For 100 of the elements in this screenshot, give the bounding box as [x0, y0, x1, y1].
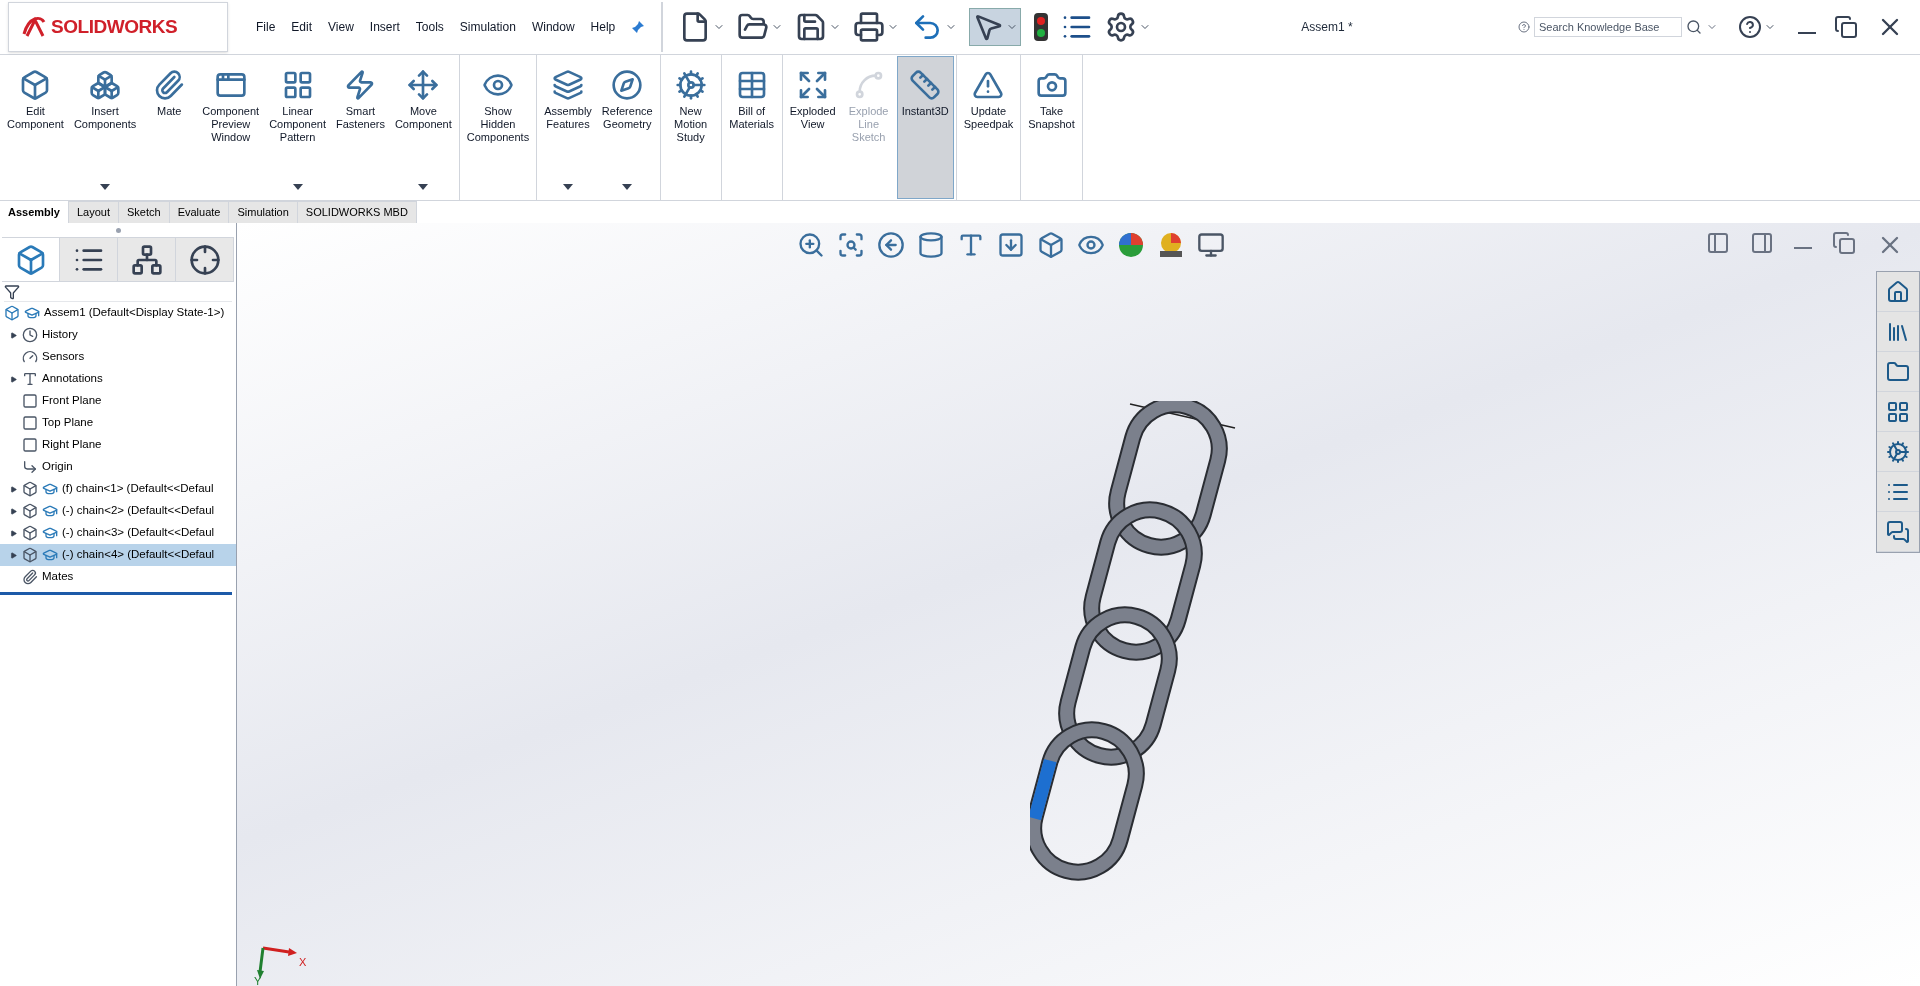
panel-tab[interactable] [60, 238, 118, 281]
button-label-line: Component [202, 105, 260, 118]
compass-icon [611, 69, 644, 101]
button-label-line: View [800, 118, 825, 131]
ribbon-button[interactable]: Instant3D [896, 56, 954, 199]
menu-item[interactable]: File [256, 18, 276, 36]
button-label-line: Assembly [544, 105, 592, 118]
appearance-ball-icon[interactable] [1117, 231, 1145, 259]
configuration-icon [130, 243, 163, 276]
ribbon-button[interactable]: Move Component [389, 56, 457, 199]
ribbon-button[interactable]: Show Hidden Components [461, 56, 535, 199]
ribbon-button[interactable]: Insert Components [68, 56, 142, 199]
tree-item[interactable]: (-) chain<4> (Default<<Defaul [0, 544, 236, 566]
expand-arrow-icon[interactable] [9, 529, 17, 537]
dropdown-caret-icon[interactable] [292, 184, 303, 190]
dropdown-caret-icon[interactable] [563, 184, 573, 190]
letter-icon [22, 371, 38, 387]
folder-icon [1886, 359, 1910, 384]
window-title: Assem1 * [1301, 19, 1353, 36]
tree-item[interactable]: Origin [0, 456, 236, 478]
menu-item[interactable]: Insert [369, 18, 400, 36]
section-view-icon [917, 231, 945, 259]
menu-item[interactable]: Window [531, 18, 575, 36]
restore-icon [1832, 231, 1856, 255]
plane-icon [22, 393, 38, 409]
dropdown-caret-icon[interactable] [418, 184, 429, 190]
tree-root[interactable]: Assem1 (Default<Display State-1>) [44, 304, 225, 322]
ribbon-button[interactable]: New Motion Study [662, 56, 719, 199]
button-label-line: Components [466, 131, 530, 144]
layers-icon [552, 69, 584, 101]
button-label-line: Motion [674, 118, 708, 131]
button-label-line: Reference [601, 105, 653, 118]
tree-item[interactable]: Front Plane [0, 390, 236, 412]
scene-ball-icon[interactable] [1157, 231, 1185, 259]
view-orientation-icon [997, 231, 1025, 259]
ribbon-button[interactable]: Bill of Materials [723, 56, 780, 199]
splitter-handle-icon[interactable] [115, 227, 121, 233]
search-field[interactable]: Search Knowledge Base [1534, 17, 1682, 37]
ribbon-button[interactable]: Take Snapshot [1023, 56, 1080, 199]
menu-item[interactable]: View [328, 18, 354, 36]
ribbon-button[interactable]: Smart Fasteners [331, 56, 390, 199]
button-label-line: Explode [848, 105, 889, 118]
ribbon-button[interactable]: Edit Component [2, 56, 69, 199]
expand-arrow-icon[interactable] [9, 331, 17, 339]
ribbon-button[interactable]: Assembly Features [539, 56, 597, 199]
button-label-line: Component [269, 118, 326, 131]
zoom-area-icon [837, 231, 865, 259]
expand-arrow-icon[interactable] [9, 551, 17, 559]
paperclip-icon [153, 69, 186, 101]
menu-item[interactable]: Help [590, 18, 616, 36]
search-icon [1686, 19, 1702, 35]
warning-icon [972, 69, 1005, 101]
axis-label: Y [254, 973, 262, 986]
dropdown-caret-icon[interactable] [622, 184, 633, 190]
menu-item[interactable]: Simulation [459, 18, 516, 36]
tree-item[interactable]: Sensors [0, 346, 236, 368]
menu-item[interactable]: Tools [415, 18, 444, 36]
command-tab[interactable]: Simulation [229, 201, 298, 223]
ribbon-button[interactable]: Exploded View [784, 56, 841, 199]
dropdown-caret-icon[interactable] [100, 184, 111, 190]
panel-tab[interactable] [176, 238, 234, 281]
gauge-icon [22, 349, 38, 365]
axis-label: X [299, 954, 307, 970]
ribbon-button[interactable]: Component Preview Window [197, 56, 265, 199]
tree-item[interactable]: (-) chain<2> (Default<<Defaul [0, 500, 236, 522]
plane-icon [22, 437, 38, 453]
pin-icon[interactable] [631, 20, 646, 34]
tree-item[interactable]: History [0, 324, 236, 346]
ribbon-button[interactable]: Linear Component Pattern [264, 56, 331, 199]
expand-arrow-icon[interactable] [9, 375, 17, 383]
button-label-line: Pattern [279, 131, 316, 144]
panel-tab[interactable] [118, 238, 176, 281]
menu-item[interactable]: Edit [291, 18, 313, 36]
tree-item[interactable]: Top Plane [0, 412, 236, 434]
move-arrows-icon [407, 69, 440, 101]
button-label-line: Insert [91, 105, 119, 118]
command-tab[interactable]: Evaluate [169, 201, 230, 223]
command-tab[interactable]: Sketch [119, 201, 170, 223]
button-label-line: Components [73, 118, 137, 131]
button-label-line: Preview [211, 118, 251, 131]
ribbon-button[interactable]: Update Speedpak [958, 56, 1019, 199]
command-tab[interactable]: SOLIDWORKS MBD [297, 201, 417, 223]
paperclip-icon [22, 569, 38, 585]
expand-arrow-icon[interactable] [9, 485, 17, 493]
tree-item[interactable]: (f) chain<1> (Default<<Defaul [0, 478, 236, 500]
ribbon-button[interactable]: Reference Geometry [596, 56, 658, 199]
button-label-line: Geometry [603, 118, 652, 131]
button-label-line: Show [484, 105, 512, 118]
previous-view-icon [877, 231, 905, 259]
command-tab[interactable]: Layout [69, 201, 119, 223]
tree-item[interactable]: Mates [0, 566, 236, 588]
expand-arrow-icon[interactable] [9, 507, 17, 515]
ribbon-button[interactable]: Mate [141, 56, 198, 199]
tree-item[interactable]: (-) chain<3> (Default<<Defaul [0, 522, 236, 544]
viewport-right-icon [1750, 231, 1774, 255]
button-label-line: Mate [157, 105, 182, 118]
traffic-light-icon[interactable] [1033, 12, 1050, 42]
tree-item[interactable]: Right Plane [0, 434, 236, 456]
button-label-line: Instant3D [901, 105, 949, 118]
tree-item[interactable]: Annotations [0, 368, 236, 390]
